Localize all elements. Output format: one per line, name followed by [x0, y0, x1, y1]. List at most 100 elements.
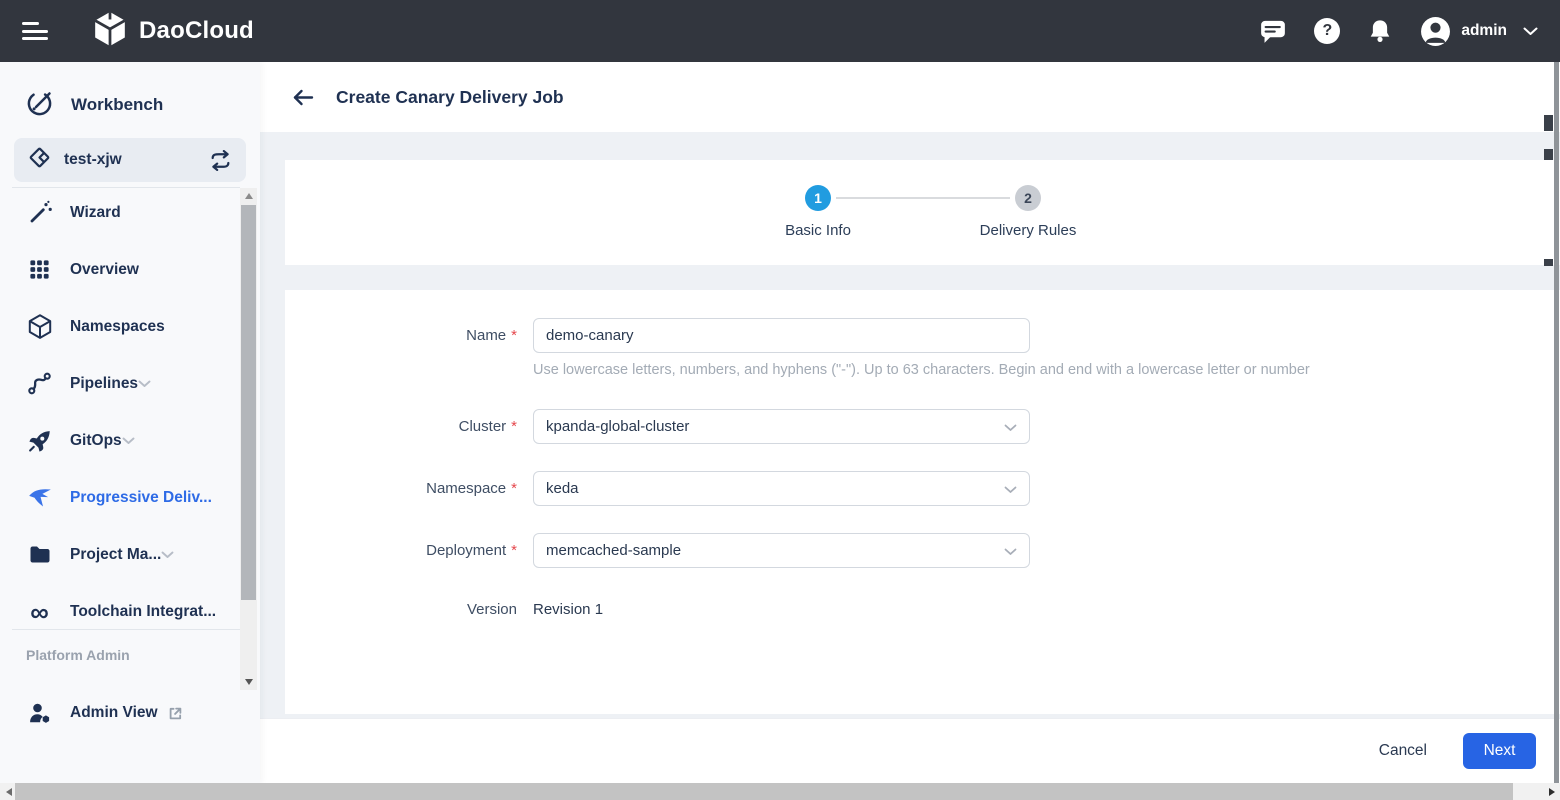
sidebar-item-overview[interactable]: Overview [0, 241, 240, 298]
stepper-card: 1 2 Basic Info Delivery Rules [285, 160, 1560, 265]
daocloud-cube-icon [92, 11, 128, 52]
stepper-connector [836, 197, 1010, 199]
platform-admin-section-label: Platform Admin [26, 647, 130, 663]
cluster-field-label: Cluster* [285, 418, 517, 435]
chevron-down-icon [1004, 424, 1017, 432]
brand-name: DaoCloud [139, 17, 254, 45]
user-caret-down-icon[interactable] [1523, 27, 1538, 36]
form-footer: Cancel Next [260, 718, 1560, 783]
namespace-select[interactable]: keda [533, 471, 1030, 506]
sidebar-item-label: Toolchain Integrat... [70, 603, 216, 621]
required-marker: * [511, 480, 517, 497]
infinity-icon: ∞ [26, 602, 53, 622]
vertical-scrollbar[interactable] [1554, 62, 1559, 783]
sidebar-item-wizard[interactable]: Wizard [0, 187, 240, 241]
sidebar-scrollbar-thumb[interactable] [241, 205, 256, 600]
step-1-label: Basic Info [733, 222, 903, 239]
deployment-field-label: Deployment* [285, 542, 517, 559]
step-2-label: Delivery Rules [943, 222, 1113, 239]
page-title-bar: Create Canary Delivery Job [260, 62, 1560, 132]
sidebar-item-admin-view[interactable]: Admin View [0, 698, 240, 728]
clipped-content-artifact [1544, 115, 1553, 131]
page-title: Create Canary Delivery Job [336, 87, 564, 108]
required-marker: * [511, 418, 517, 435]
cluster-select-value: kpanda-global-cluster [546, 418, 689, 435]
cancel-button[interactable]: Cancel [1379, 742, 1427, 760]
name-field-label: Name* [285, 327, 517, 344]
namespace-select-value: keda [546, 480, 579, 497]
switch-workspace-icon[interactable] [209, 150, 232, 171]
chevron-down-icon[interactable] [122, 432, 135, 450]
sidebar-item-toolchain-integration[interactable]: ∞ Toolchain Integrat... [0, 583, 240, 628]
user-name[interactable]: admin [1461, 22, 1507, 40]
workbench-compose-icon [26, 89, 54, 122]
external-link-icon [167, 705, 184, 722]
scroll-right-arrow[interactable] [1543, 783, 1560, 800]
bell-icon[interactable] [1367, 18, 1393, 45]
sidebar-item-label: Project Ma... [70, 546, 161, 564]
workbench-label: Workbench [71, 95, 163, 115]
name-help-text: Use lowercase letters, numbers, and hyph… [533, 362, 1310, 378]
sidebar-item-namespaces[interactable]: Namespaces [0, 298, 240, 355]
sidebar-divider [12, 629, 240, 630]
grid-dots-icon [26, 258, 53, 281]
deployment-select[interactable]: memcached-sample [533, 533, 1030, 568]
required-marker: * [511, 327, 517, 344]
required-marker: * [511, 542, 517, 559]
workspace-name: test-xjw [64, 151, 122, 169]
step-1-indicator: 1 [805, 185, 831, 211]
sidebar-item-label: Pipelines [70, 375, 138, 393]
workspace-selector[interactable]: test-xjw [14, 138, 246, 182]
sidebar-item-project-management[interactable]: Project Ma... [0, 526, 240, 583]
version-value: Revision 1 [533, 601, 603, 618]
horizontal-scrollbar[interactable] [0, 783, 1560, 800]
workspace-diamond-icon [28, 146, 51, 174]
sidebar-item-label: Overview [70, 261, 139, 279]
cluster-select[interactable]: kpanda-global-cluster [533, 409, 1030, 444]
next-button[interactable]: Next [1463, 733, 1536, 769]
sidebar-item-label: GitOps [70, 432, 122, 450]
scroll-up-arrow[interactable] [240, 188, 257, 204]
version-field-label: Version [285, 601, 517, 618]
folder-icon [26, 543, 53, 566]
step-2-indicator: 2 [1015, 185, 1041, 211]
back-arrow-icon[interactable] [292, 89, 314, 106]
help-icon[interactable]: ? [1314, 18, 1340, 44]
sidebar-workbench[interactable]: Workbench [26, 88, 163, 122]
sidebar-item-progressive-delivery[interactable]: Progressive Deliv... [0, 469, 240, 526]
sidebar-scrollbar[interactable] [240, 188, 257, 690]
sidebar-item-gitops[interactable]: GitOps [0, 412, 240, 469]
chevron-down-icon[interactable] [161, 546, 174, 564]
bird-icon [26, 485, 53, 511]
brand-logo[interactable]: DaoCloud [92, 11, 254, 52]
admin-view-label: Admin View [70, 704, 158, 722]
chevron-down-icon[interactable] [138, 375, 151, 393]
name-input[interactable] [533, 318, 1030, 353]
cube-icon [26, 313, 53, 340]
chat-icon[interactable] [1259, 18, 1287, 44]
deployment-select-value: memcached-sample [546, 542, 681, 559]
sidebar-item-pipelines[interactable]: Pipelines [0, 355, 240, 412]
hamburger-menu-icon[interactable] [22, 18, 48, 45]
sidebar-item-label: Progressive Deliv... [70, 489, 212, 507]
rocket-icon [26, 428, 53, 453]
chevron-down-icon [1004, 548, 1017, 556]
header-actions: ? admin [1232, 16, 1538, 47]
basic-info-form: Name* Use lowercase letters, numbers, an… [285, 290, 1560, 714]
sidebar-nav: Wizard Overview Namespaces [0, 187, 240, 628]
top-header: DaoCloud ? [0, 0, 1560, 62]
main-content: Create Canary Delivery Job 1 2 Basic Inf… [260, 62, 1560, 783]
scroll-down-arrow[interactable] [240, 674, 257, 690]
user-admin-icon [26, 701, 53, 725]
sidebar-item-label: Namespaces [70, 318, 165, 336]
namespace-field-label: Namespace* [285, 480, 517, 497]
sidebar: Workbench test-xjw [0, 62, 260, 783]
horizontal-scrollbar-thumb[interactable] [15, 783, 1513, 800]
sidebar-item-label: Wizard [70, 204, 121, 222]
pipeline-curve-icon [26, 371, 53, 396]
clipped-content-artifact [1544, 149, 1553, 160]
clipped-content-artifact [1544, 259, 1553, 266]
magic-wand-icon [26, 200, 53, 226]
chevron-down-icon [1004, 486, 1017, 494]
avatar[interactable] [1420, 16, 1451, 47]
